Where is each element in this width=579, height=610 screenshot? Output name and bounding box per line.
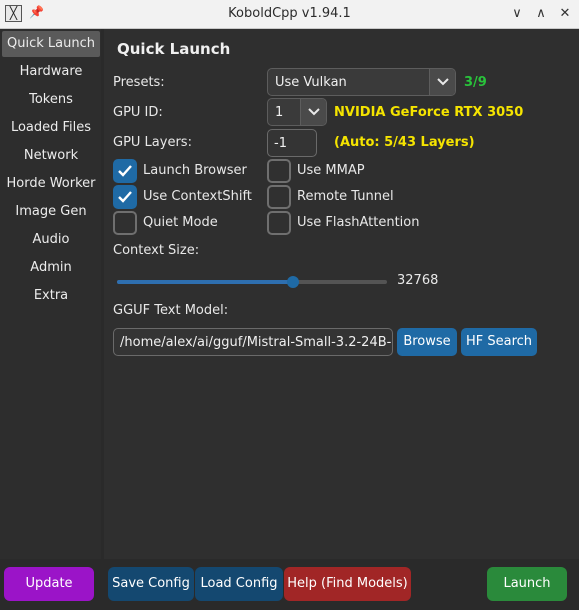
gguf-model-label: GGUF Text Model:	[113, 303, 229, 318]
launch-button[interactable]: Launch	[487, 567, 567, 601]
use-contextshift-checkbox[interactable]	[113, 185, 137, 209]
gpu-id-label: GPU ID:	[113, 105, 163, 120]
use-mmap-label[interactable]: Use MMAP	[297, 163, 365, 178]
title-bar: ╳ 📌 KoboldCpp v1.94.1 ∨ ∧ ✕	[0, 0, 579, 29]
sidebar-item-loaded-files[interactable]: Loaded Files	[2, 115, 100, 141]
launch-browser-label[interactable]: Launch Browser	[143, 163, 247, 178]
gpu-layers-input[interactable]	[267, 129, 317, 157]
load-config-button[interactable]: Load Config	[195, 567, 283, 601]
sidebar-item-quick-launch[interactable]: Quick Launch	[2, 31, 100, 57]
browse-button[interactable]: Browse	[397, 328, 457, 356]
page-title: Quick Launch	[117, 40, 231, 58]
quiet-mode-checkbox[interactable]	[113, 211, 137, 235]
window-title: KoboldCpp v1.94.1	[228, 6, 351, 21]
preset-count: 3/9	[464, 75, 487, 90]
remote-tunnel-label[interactable]: Remote Tunnel	[297, 189, 394, 204]
hf-search-button[interactable]: HF Search	[461, 328, 537, 356]
close-icon[interactable]: ✕	[555, 4, 575, 24]
launch-browser-checkbox[interactable]	[113, 159, 137, 183]
use-contextshift-label[interactable]: Use ContextShift	[143, 189, 252, 204]
gpu-id-value: 1	[275, 105, 284, 120]
help-find-models-button[interactable]: Help (Find Models)	[284, 567, 411, 601]
context-size-value: 32768	[397, 273, 439, 288]
presets-label: Presets:	[113, 75, 165, 90]
use-mmap-checkbox[interactable]	[267, 159, 291, 183]
main-panel: Quick Launch Presets: Use Vulkan 3/9 GPU…	[104, 29, 579, 559]
sidebar-item-hardware[interactable]: Hardware	[2, 59, 100, 85]
gpu-name: NVIDIA GeForce RTX 3050	[334, 105, 524, 120]
quiet-mode-label[interactable]: Quiet Mode	[143, 215, 218, 230]
context-size-slider[interactable]	[117, 276, 387, 288]
save-config-button[interactable]: Save Config	[108, 567, 194, 601]
update-button[interactable]: Update	[4, 567, 94, 601]
use-flashattention-checkbox[interactable]	[267, 211, 291, 235]
gguf-model-path[interactable]	[114, 329, 392, 355]
use-flashattention-label[interactable]: Use FlashAttention	[297, 215, 419, 230]
maximize-icon[interactable]: ∧	[531, 4, 551, 24]
slider-fill	[117, 280, 293, 284]
sidebar-item-network[interactable]: Network	[2, 143, 100, 169]
slider-handle[interactable]	[286, 276, 299, 288]
sidebar-item-audio[interactable]: Audio	[2, 227, 100, 253]
sidebar-item-extra[interactable]: Extra	[2, 283, 100, 309]
presets-dropdown[interactable]: Use Vulkan	[267, 68, 456, 96]
bottom-bar: Update Save Config Load Config Help (Fin…	[0, 559, 579, 610]
gpu-id-dropdown[interactable]: 1	[267, 98, 327, 126]
sidebar-item-tokens[interactable]: Tokens	[2, 87, 100, 113]
sidebar-item-horde-worker[interactable]: Horde Worker	[2, 171, 100, 197]
context-size-label: Context Size:	[113, 243, 200, 258]
chevron-down-icon[interactable]	[429, 69, 455, 95]
chevron-down-icon[interactable]	[300, 99, 326, 125]
gpu-layers-label: GPU Layers:	[113, 135, 192, 150]
sidebar-item-image-gen[interactable]: Image Gen	[2, 199, 100, 225]
gguf-model-input[interactable]	[113, 328, 393, 356]
sidebar: Quick Launch Hardware Tokens Loaded File…	[0, 29, 101, 559]
gpu-layers-field[interactable]	[268, 130, 316, 156]
sidebar-item-admin[interactable]: Admin	[2, 255, 100, 281]
presets-value: Use Vulkan	[275, 75, 347, 90]
minimize-icon[interactable]: ∨	[507, 4, 527, 24]
remote-tunnel-checkbox[interactable]	[267, 185, 291, 209]
gpu-layers-auto: (Auto: 5/43 Layers)	[334, 135, 475, 150]
